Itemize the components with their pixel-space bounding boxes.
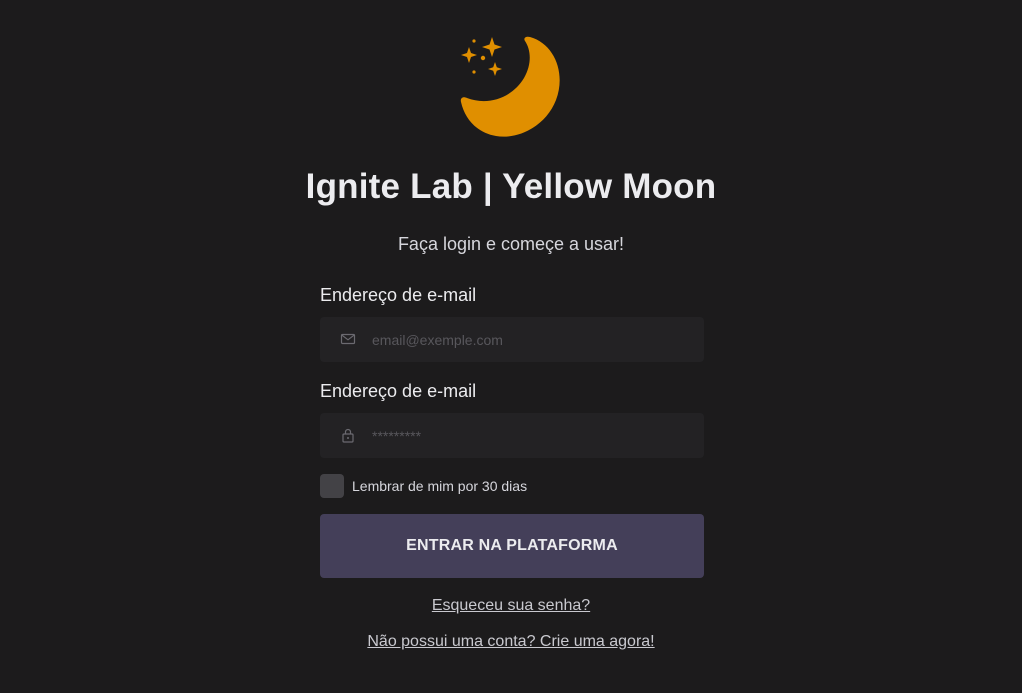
- login-button[interactable]: ENTRAR NA PLATAFORMA: [320, 514, 704, 578]
- email-input[interactable]: [372, 317, 692, 362]
- password-field[interactable]: [320, 413, 704, 458]
- page-title: Ignite Lab | Yellow Moon: [305, 167, 717, 206]
- email-field[interactable]: [320, 317, 704, 362]
- moon-stars-icon: [460, 36, 560, 137]
- sign-up-row: Não possui uma conta? Crie uma agora!: [0, 632, 1022, 652]
- sign-up-link[interactable]: Não possui uma conta? Crie uma agora!: [367, 633, 654, 650]
- forgot-password-row: Esqueceu sua senha?: [0, 596, 1022, 616]
- password-input[interactable]: [372, 413, 692, 458]
- password-label: Endereço de e-mail: [320, 381, 477, 401]
- page-subtitle: Faça login e começe a usar!: [397, 234, 625, 254]
- lock-icon: [342, 428, 354, 443]
- login-page: Ignite Lab | Yellow Moon Faça login e co…: [0, 0, 1022, 693]
- remember-me: Lembrar de mim por 30 dias: [320, 474, 527, 498]
- email-label: Endereço de e-mail: [320, 285, 477, 305]
- forgot-password-link[interactable]: Esqueceu sua senha?: [432, 597, 590, 614]
- remember-label: Lembrar de mim por 30 dias: [352, 478, 528, 494]
- remember-checkbox[interactable]: [320, 474, 344, 498]
- envelope-icon: [340, 333, 356, 345]
